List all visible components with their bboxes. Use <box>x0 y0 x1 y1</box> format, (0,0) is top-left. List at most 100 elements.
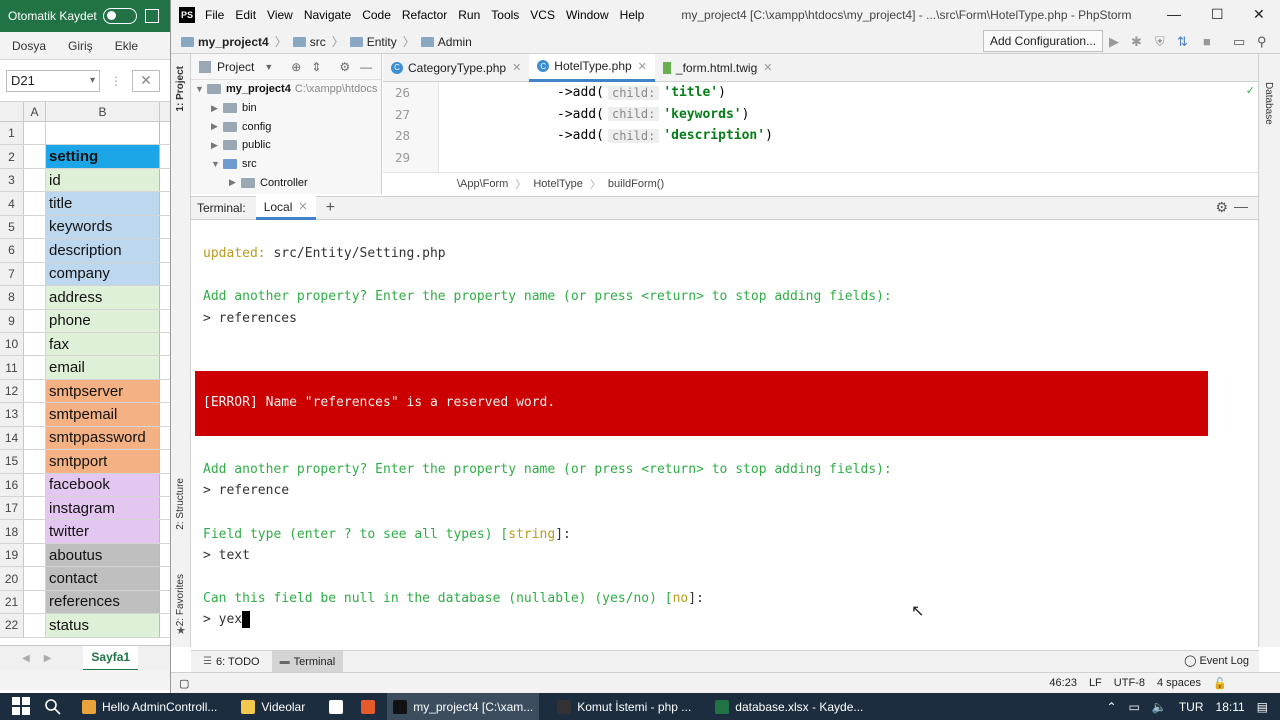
hide-panel-icon[interactable]: — <box>360 60 372 74</box>
editor-crumb-namespace[interactable]: \App\Form <box>457 178 508 190</box>
row-number[interactable]: 20 <box>0 567 24 590</box>
menu-refactor[interactable]: Refactor <box>402 8 447 22</box>
tab-hotel-type[interactable]: C HotelType.php ✕ <box>529 53 655 82</box>
cell-a[interactable] <box>24 168 46 192</box>
save-icon[interactable] <box>144 9 159 23</box>
debug-icon[interactable]: ✱ <box>1131 34 1142 50</box>
cell-b[interactable]: email <box>46 356 160 379</box>
editor-crumb-method[interactable]: buildForm() <box>608 178 664 190</box>
row-number[interactable]: 6 <box>0 239 24 262</box>
cell-b[interactable]: phone <box>46 309 160 332</box>
cell-a[interactable] <box>24 122 46 145</box>
cell-b[interactable]: smtpserver <box>46 379 160 403</box>
code-line[interactable]: ->add(child:'title') <box>457 82 773 104</box>
cell-a[interactable] <box>24 286 46 309</box>
tree-node-bin[interactable]: ▶ bin <box>191 99 381 118</box>
chevron-down-icon[interactable]: ▼ <box>211 159 223 169</box>
editor-crumb-class[interactable]: HotelType <box>533 178 583 190</box>
taskbar-item[interactable]: Videolar <box>235 693 311 720</box>
layout-icon[interactable]: ▢ <box>179 677 189 690</box>
cell-a[interactable] <box>24 520 46 543</box>
chevron-right-icon[interactable]: ▶ <box>229 177 241 188</box>
row-number[interactable]: 1 <box>0 122 24 145</box>
row-number[interactable]: 16 <box>0 473 24 496</box>
row-number[interactable]: 18 <box>0 520 24 543</box>
row-number[interactable]: 10 <box>0 332 24 356</box>
row-number[interactable]: 9 <box>0 309 24 332</box>
cell-a[interactable] <box>24 262 46 286</box>
update-icon[interactable]: ⇅ <box>1177 34 1188 50</box>
caret-position[interactable]: 46:23 <box>1049 677 1077 689</box>
cell-b[interactable]: references <box>46 590 160 614</box>
cell-b[interactable]: smtpemail <box>46 403 160 426</box>
volume-icon[interactable]: 🔈 <box>1152 700 1167 714</box>
event-log-button[interactable]: ◯ Event Log <box>1184 654 1249 667</box>
sheet-scroll-left-icon[interactable]: ◀ <box>22 653 30 664</box>
cell-a[interactable] <box>24 473 46 496</box>
menu-run[interactable]: Run <box>458 8 480 22</box>
row-number[interactable]: 5 <box>0 215 24 239</box>
cell-b[interactable]: contact <box>46 567 160 590</box>
tree-node-src[interactable]: ▼ src <box>191 155 381 174</box>
row-number[interactable]: 15 <box>0 450 24 473</box>
menu-code[interactable]: Code <box>362 8 391 22</box>
menu-help[interactable]: Help <box>620 8 645 22</box>
cell-a[interactable] <box>24 567 46 590</box>
cell-a[interactable] <box>24 215 46 239</box>
cell-b[interactable]: setting <box>46 145 160 168</box>
cell-a[interactable] <box>24 590 46 614</box>
terminal-tool-button[interactable]: ▬ Terminal <box>271 650 344 673</box>
menu-file[interactable]: File <box>205 8 224 22</box>
row-number[interactable]: 22 <box>0 614 24 637</box>
cell-b[interactable]: facebook <box>46 473 160 496</box>
indent-setting[interactable]: 4 spaces <box>1157 677 1201 689</box>
cell-b[interactable]: twitter <box>46 520 160 543</box>
cell-a[interactable] <box>24 309 46 332</box>
cell-a[interactable] <box>24 497 46 520</box>
search-icon[interactable] <box>44 698 62 716</box>
breadcrumb-entity[interactable]: Entity <box>367 35 397 49</box>
project-structure-icon[interactable]: ▭ <box>1233 34 1245 50</box>
minimize-icon[interactable]: — <box>1167 6 1181 22</box>
cell-a[interactable] <box>24 332 46 356</box>
cancel-icon[interactable]: ✕ <box>132 69 160 92</box>
chevron-down-icon[interactable]: ▼ <box>264 62 273 72</box>
row-number[interactable]: 2 <box>0 145 24 168</box>
chevron-right-icon[interactable]: ▶ <box>211 103 223 114</box>
search-icon[interactable]: ⚲ <box>1257 34 1267 50</box>
cell-b[interactable]: smtppassword <box>46 426 160 450</box>
taskbar-item[interactable] <box>355 693 387 720</box>
collapse-all-icon[interactable]: ⇕ <box>311 60 321 74</box>
tree-node-root[interactable]: ▼ my_project4 C:\xampp\htdocs <box>191 80 381 99</box>
breadcrumb-admin[interactable]: Admin <box>438 35 472 49</box>
taskbar-item[interactable]: Komut İstemi - php ... <box>551 693 697 720</box>
breadcrumb-project[interactable]: my_project4 <box>198 35 269 49</box>
row-number[interactable]: 14 <box>0 426 24 450</box>
tab-category-type[interactable]: C CategoryType.php ✕ <box>383 54 529 82</box>
close-tab-icon[interactable]: ✕ <box>763 61 772 74</box>
favorites-tool-button[interactable]: 2: Favorites <box>175 574 186 626</box>
menu-navigate[interactable]: Navigate <box>304 8 351 22</box>
line-separator[interactable]: LF <box>1089 677 1102 689</box>
file-encoding[interactable]: UTF-8 <box>1114 677 1145 689</box>
sheet-scroll-right-icon[interactable]: ▶ <box>44 653 52 664</box>
col-header-a[interactable]: A <box>24 102 46 121</box>
maximize-icon[interactable]: ☐ <box>1211 6 1224 23</box>
stop-icon[interactable]: ■ <box>1203 34 1211 49</box>
tree-node-config[interactable]: ▶ config <box>191 117 381 136</box>
ribbon-tab-insert[interactable]: Ekle <box>103 39 138 53</box>
database-tool-button[interactable]: Database <box>1263 82 1274 125</box>
menu-view[interactable]: View <box>267 8 293 22</box>
project-tool-button[interactable]: 1: Project <box>175 66 186 112</box>
breadcrumb-src[interactable]: src <box>310 35 326 49</box>
close-tab-icon[interactable]: ✕ <box>512 61 521 74</box>
structure-tool-button[interactable]: 2: Structure <box>175 478 186 530</box>
terminal-input-line[interactable]: > yex <box>203 611 251 628</box>
terminal-tab-local[interactable]: Local ✕ <box>255 196 316 220</box>
cell-b[interactable]: keywords <box>46 215 160 239</box>
cell-b[interactable]: description <box>46 239 160 262</box>
tree-node-controller[interactable]: ▶ Controller <box>191 173 381 192</box>
cell-a[interactable] <box>24 426 46 450</box>
taskbar-item[interactable]: database.xlsx - Kayde... <box>709 693 869 720</box>
cell-b[interactable]: smtpport <box>46 450 160 473</box>
